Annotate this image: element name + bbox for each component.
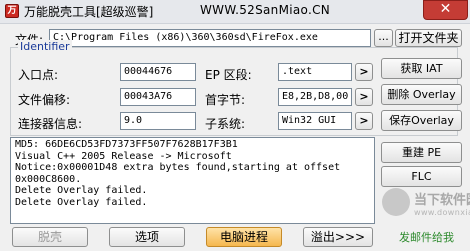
ep-section-field[interactable]: .text	[278, 63, 352, 81]
window-title: 万能脱壳工具[超级巡警]	[24, 5, 154, 19]
file-offset-field[interactable]: 00043A76	[120, 88, 196, 106]
watermark: 当下软件园 www.downxia.com	[382, 186, 470, 231]
save-overlay-button[interactable]: 保存Overlay	[381, 110, 462, 131]
browse-button[interactable]: ...	[374, 29, 393, 47]
title-url: WWW.52SanMiao.CN	[200, 3, 331, 17]
process-button[interactable]: 电脑进程	[206, 227, 282, 247]
linker-info-label: 连接器信息:	[18, 117, 83, 131]
first-bytes-field[interactable]: E8,2B,D8,00	[278, 88, 352, 106]
first-bytes-label: 首字节:	[205, 93, 246, 107]
watermark-url: www.downxia.com	[414, 208, 470, 217]
log-line: Delete Overlay failed.	[15, 196, 148, 208]
close-button[interactable]: ✕	[423, 0, 468, 20]
unpack-button[interactable]: 脱壳	[12, 227, 88, 247]
ep-section-arrow-button[interactable]: >	[355, 63, 373, 81]
rebuild-pe-button[interactable]: 重建 PE	[381, 142, 462, 163]
log-line: Visual C++ 2005 Release -> Microsoft	[15, 150, 232, 162]
ep-section-label: EP 区段:	[205, 68, 252, 82]
email-link[interactable]: 发邮件给我	[399, 229, 454, 245]
entry-point-label: 入口点:	[18, 68, 59, 82]
log-line: Notice:0x00001D48 extra bytes found,star…	[15, 162, 341, 174]
log-line: MD5: 66DE6CD53FD7373FF507F7628B17F3B1	[15, 139, 238, 150]
subsystem-arrow-button[interactable]: >	[355, 112, 373, 130]
app-window: 万 万能脱壳工具[超级巡警] WWW.52SanMiao.CN ✕ 文件: C:…	[0, 0, 470, 251]
file-offset-label: 文件偏移:	[18, 93, 71, 107]
subsystem-label: 子系统:	[205, 117, 246, 131]
watermark-text: 当下软件园	[414, 193, 470, 208]
get-iat-button[interactable]: 获取 IAT	[381, 58, 462, 79]
delete-overlay-button[interactable]: 删除 Overlay	[381, 84, 462, 105]
open-folder-button[interactable]: 打开文件夹	[395, 29, 462, 47]
log-line: 0x000C8600.	[15, 173, 82, 185]
watermark-logo-icon	[382, 188, 410, 216]
first-bytes-arrow-button[interactable]: >	[355, 88, 373, 106]
exit-button[interactable]: 溢出>>>	[303, 227, 373, 247]
subsystem-field[interactable]: Win32 GUI	[278, 112, 352, 130]
identifier-group-title: Identifier	[18, 40, 72, 53]
log-line: Delete Overlay failed.	[15, 185, 148, 197]
linker-info-field[interactable]: 9.0	[120, 112, 196, 130]
entry-point-field[interactable]: 00044676	[120, 63, 196, 81]
file-path-field[interactable]: C:\Program Files (x86)\360\360sd\FireFox…	[49, 29, 371, 47]
app-icon: 万	[5, 4, 19, 18]
flc-button[interactable]: FLC	[381, 166, 462, 187]
title-bar: 万 万能脱壳工具[超级巡警] WWW.52SanMiao.CN ✕	[0, 0, 470, 24]
options-button[interactable]: 选项	[109, 227, 185, 247]
log-output[interactable]: MD5: 66DE6CD53FD7373FF507F7628B17F3B1 Vis…	[10, 137, 375, 224]
